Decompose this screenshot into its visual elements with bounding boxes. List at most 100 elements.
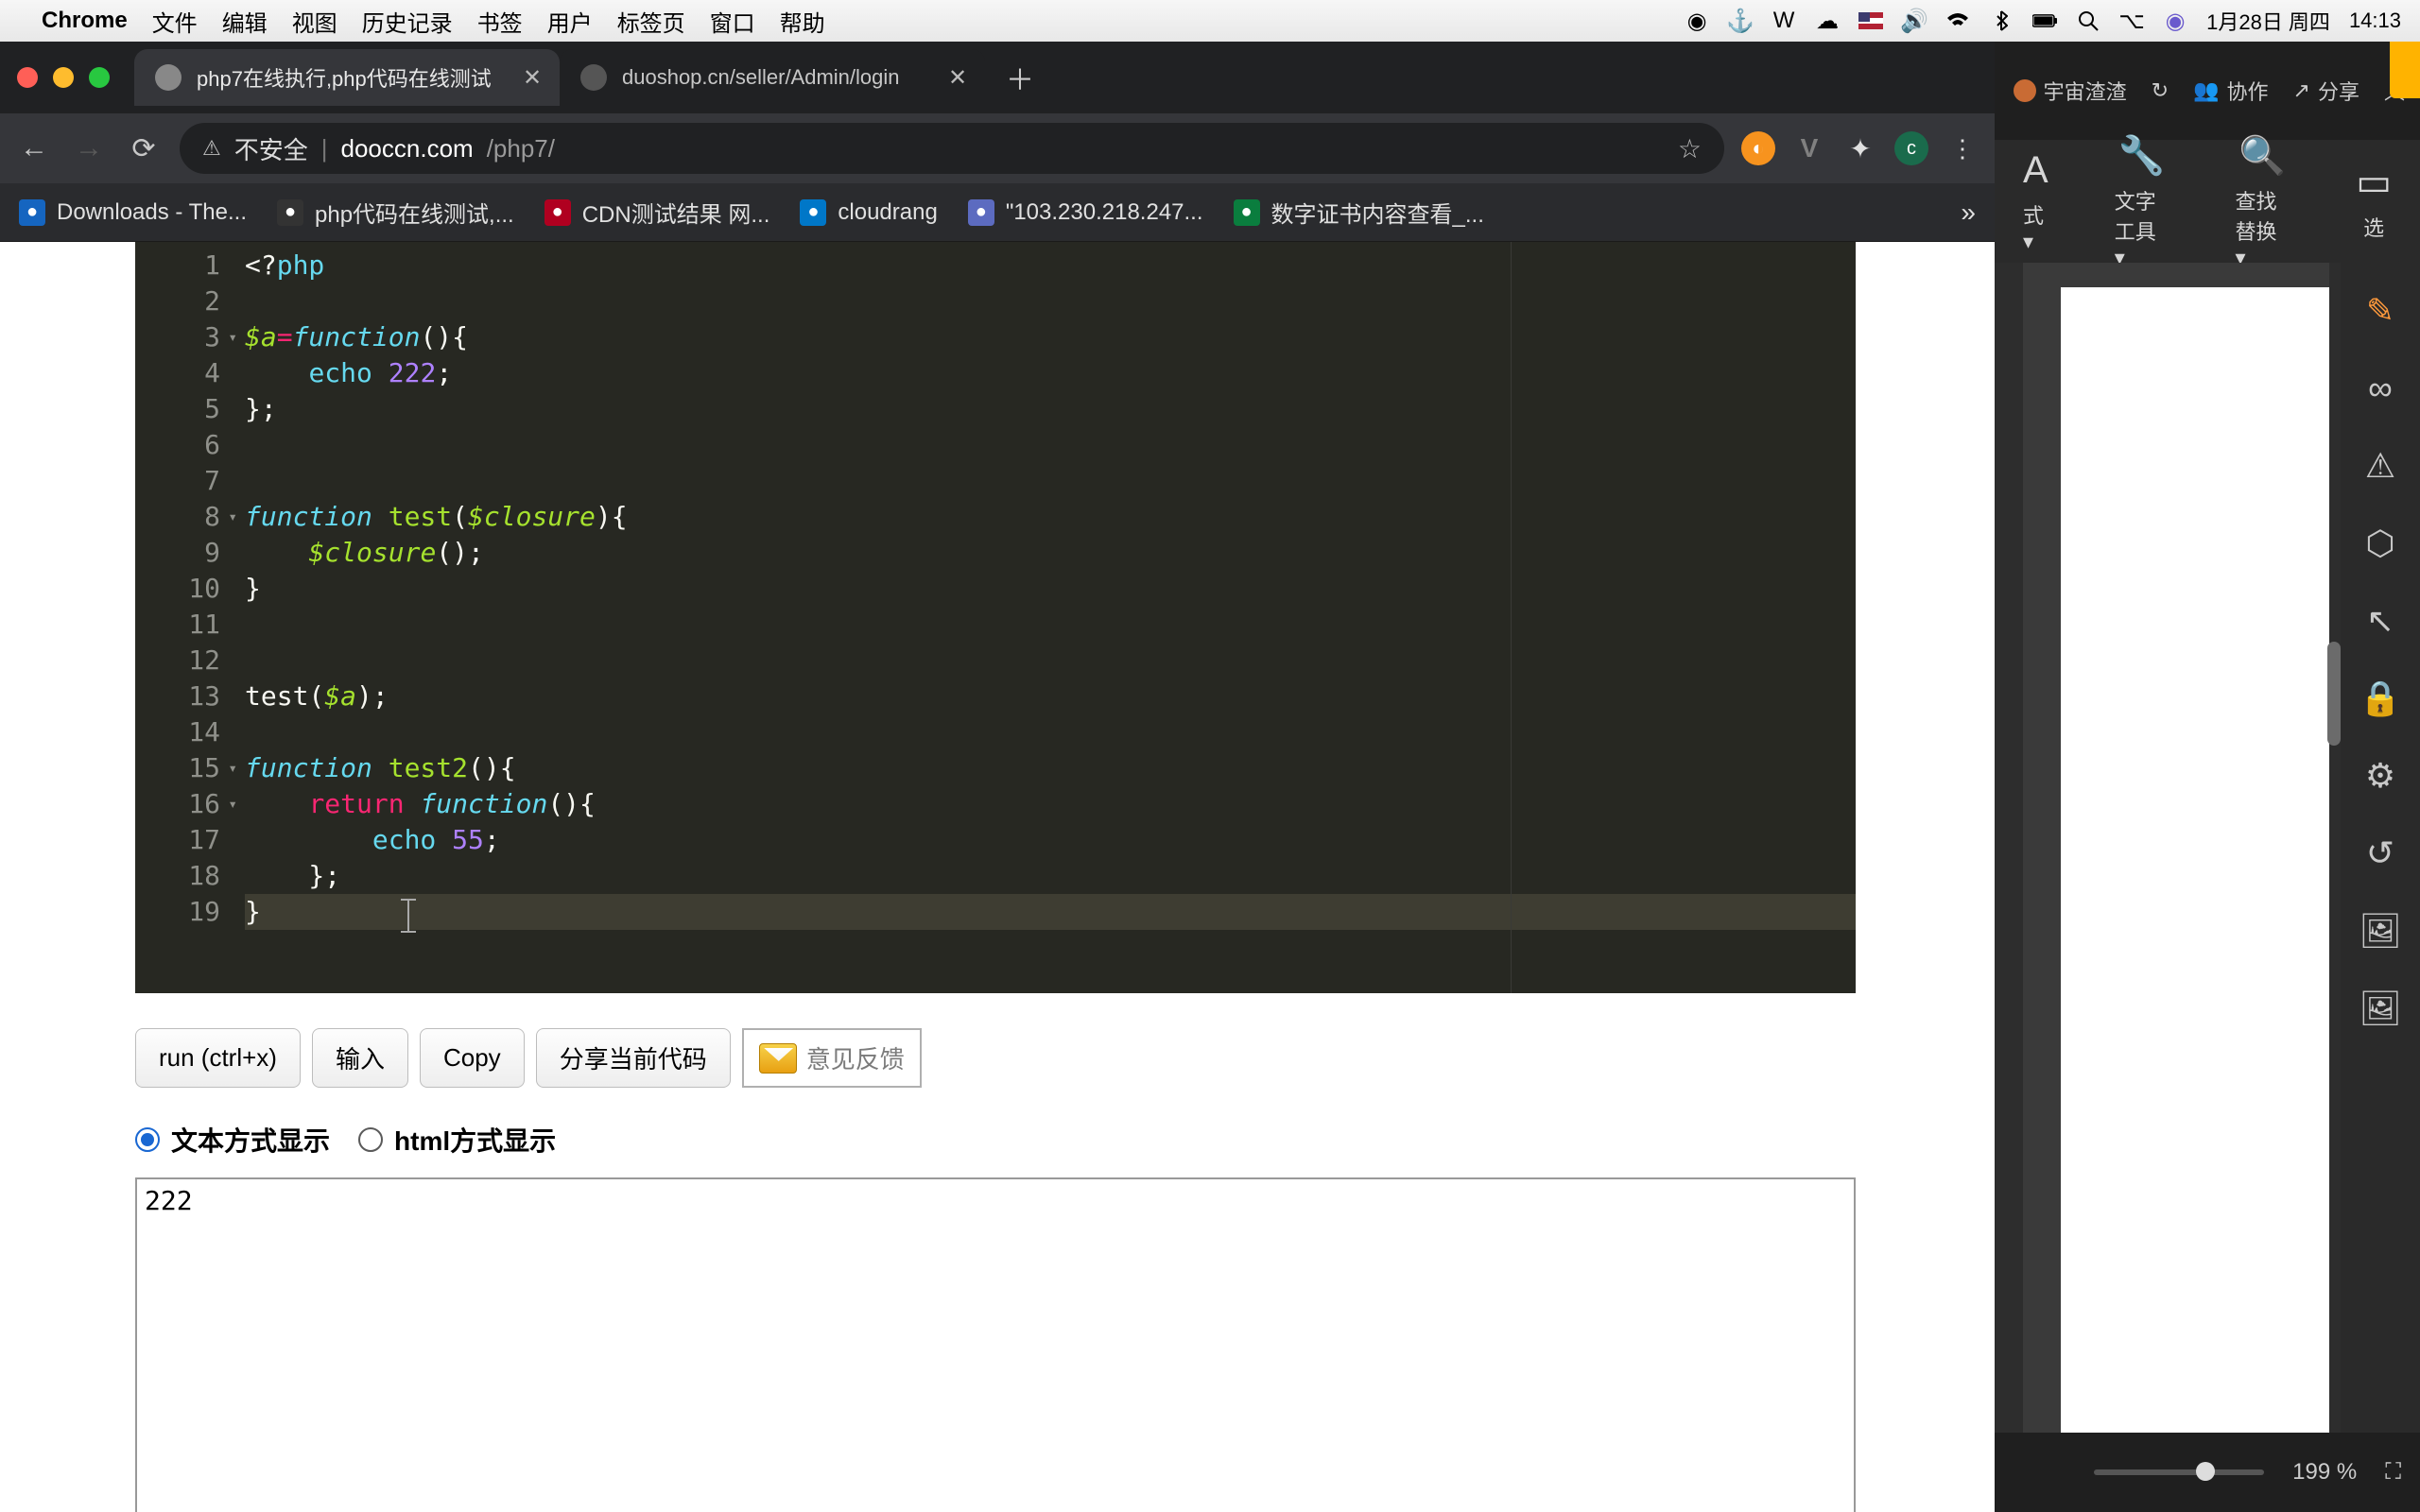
reload-button[interactable]: ⟳: [125, 129, 163, 167]
line-number[interactable]: 11: [135, 607, 220, 643]
site-info-icon[interactable]: ⚠: [202, 136, 221, 161]
new-tab-button[interactable]: ＋: [996, 54, 1044, 101]
line-number[interactable]: 3: [135, 319, 220, 355]
menubar-date[interactable]: 1月28日 周四: [2206, 6, 2330, 36]
status-icon-docker[interactable]: ⚓: [1728, 8, 1753, 35]
bookmark-item[interactable]: ●CDN测试结果 网...: [544, 196, 770, 229]
close-window-button[interactable]: [17, 67, 38, 88]
code-line[interactable]: function test2(){: [245, 750, 1856, 786]
menubar-time[interactable]: 14:13: [2349, 9, 2401, 33]
bg-ruler-tab[interactable]: [2390, 42, 2420, 98]
share-button[interactable]: 分享当前代码: [536, 1028, 731, 1088]
bookmark-item[interactable]: ●php代码在线测试,...: [277, 196, 514, 229]
code-line[interactable]: test($a);: [245, 679, 1856, 714]
code-line[interactable]: function test($closure){: [245, 499, 1856, 535]
bookmark-item[interactable]: ●cloudrang: [800, 199, 937, 226]
line-number[interactable]: 7: [135, 463, 220, 499]
bg-scrollbar[interactable]: [2327, 642, 2341, 746]
line-number[interactable]: 18: [135, 858, 220, 894]
line-number[interactable]: 12: [135, 643, 220, 679]
code-line[interactable]: <?php: [245, 248, 1856, 284]
bookmark-item[interactable]: ●数字证书内容查看_...: [1234, 196, 1484, 229]
line-number[interactable]: 16: [135, 786, 220, 822]
back-button[interactable]: ←: [15, 129, 53, 167]
status-icon-wps[interactable]: W: [1772, 8, 1796, 34]
profile-avatar[interactable]: c: [1894, 131, 1928, 165]
code-line[interactable]: echo 55;: [245, 822, 1856, 858]
bg-side-pen-icon[interactable]: ✎: [2366, 291, 2394, 331]
menu-file[interactable]: 文件: [152, 5, 198, 38]
browser-tab[interactable]: duoshop.cn/seller/Admin/login ✕: [560, 49, 985, 106]
line-number[interactable]: 19: [135, 894, 220, 930]
line-number[interactable]: 2: [135, 284, 220, 319]
bg-side-warn-icon[interactable]: ⚠: [2365, 446, 2395, 486]
bg-side-hex-icon[interactable]: ⬡: [2365, 524, 2394, 563]
menu-user[interactable]: 用户: [547, 5, 593, 38]
maximize-window-button[interactable]: [89, 67, 110, 88]
bg-tool-select[interactable]: ▭选: [2356, 161, 2392, 242]
forward-button[interactable]: →: [70, 129, 108, 167]
status-icon-controlcenter[interactable]: ⌥: [2119, 8, 2144, 35]
status-icon-wifi[interactable]: [1945, 12, 1970, 29]
omnibox[interactable]: ⚠ 不安全 | dooccn.com/php7/ ☆: [180, 123, 1724, 174]
bookmark-item[interactable]: ●"103.230.218.247...: [968, 199, 1203, 226]
bg-side-lock-icon[interactable]: 🔒: [2360, 679, 2402, 718]
code-line[interactable]: $closure();: [245, 535, 1856, 571]
feedback-button[interactable]: 意见反馈: [742, 1028, 922, 1088]
display-mode-text[interactable]: 文本方式显示: [135, 1121, 330, 1159]
close-tab-button[interactable]: ✕: [943, 63, 972, 92]
menu-tabs[interactable]: 标签页: [617, 5, 685, 38]
status-icon-siri[interactable]: ◉: [2163, 8, 2187, 35]
line-number[interactable]: 13: [135, 679, 220, 714]
radio-text[interactable]: [135, 1127, 160, 1152]
code-line[interactable]: echo 222;: [245, 355, 1856, 391]
status-icon-input[interactable]: [1858, 12, 1883, 29]
background-app-page[interactable]: [2061, 287, 2329, 1433]
input-button[interactable]: 输入: [312, 1028, 408, 1088]
bg-side-link-icon[interactable]: ∞: [2368, 369, 2393, 408]
bg-share[interactable]: ↗ 分享: [2293, 76, 2360, 106]
status-icon-wechat[interactable]: ☁: [1815, 8, 1840, 35]
code-line[interactable]: [245, 463, 1856, 499]
menu-help[interactable]: 帮助: [780, 5, 825, 38]
line-number[interactable]: 6: [135, 427, 220, 463]
code-line[interactable]: return function(){: [245, 786, 1856, 822]
bg-collab[interactable]: 👥 协作: [2193, 76, 2268, 106]
bg-fullscreen-icon[interactable]: ⛶: [2385, 1459, 2401, 1486]
code-line[interactable]: };: [245, 391, 1856, 427]
display-mode-html[interactable]: html方式显示: [358, 1121, 556, 1159]
line-number[interactable]: 8: [135, 499, 220, 535]
line-number[interactable]: 17: [135, 822, 220, 858]
bg-side-image2-icon[interactable]: 🖼: [2359, 988, 2402, 1028]
extensions-menu-icon[interactable]: ✦: [1843, 131, 1877, 165]
menu-edit[interactable]: 编辑: [222, 5, 268, 38]
status-icon-spotlight[interactable]: [2076, 10, 2100, 31]
bg-side-image-icon[interactable]: 🖼: [2359, 911, 2402, 951]
line-number[interactable]: 15: [135, 750, 220, 786]
bg-user[interactable]: 宇宙渣渣: [2014, 76, 2127, 106]
output-box[interactable]: 222: [135, 1177, 1856, 1512]
line-number[interactable]: 9: [135, 535, 220, 571]
code-line[interactable]: [245, 427, 1856, 463]
bg-zoom-value[interactable]: 199 %: [2292, 1459, 2357, 1486]
active-app-name[interactable]: Chrome: [42, 8, 128, 34]
bg-tool-find-replace[interactable]: 🔍查找替换 ▾: [2235, 133, 2290, 270]
menu-window[interactable]: 窗口: [710, 5, 755, 38]
line-number[interactable]: 10: [135, 571, 220, 607]
line-number[interactable]: 4: [135, 355, 220, 391]
code-line[interactable]: [245, 607, 1856, 643]
bg-side-cursor-icon[interactable]: ↖: [2366, 601, 2394, 641]
line-number[interactable]: 14: [135, 714, 220, 750]
menu-view[interactable]: 视图: [292, 5, 337, 38]
bg-side-settings-icon[interactable]: ⚙: [2365, 756, 2395, 796]
radio-html[interactable]: [358, 1127, 383, 1152]
code-line[interactable]: };: [245, 858, 1856, 894]
status-icon-volume[interactable]: 🔊: [1902, 8, 1927, 35]
code-editor[interactable]: 12345678910111213141516171819 <?php$a=fu…: [135, 242, 1856, 993]
bg-tool-style[interactable]: A式 ▾: [2023, 149, 2048, 254]
bg-tool-text[interactable]: 🔧文字工具 ▾: [2115, 133, 2169, 270]
extension-icon[interactable]: ◐: [1741, 131, 1775, 165]
background-app-canvas[interactable]: [2023, 263, 2329, 1433]
code-area[interactable]: <?php$a=function(){ echo 222;};function …: [230, 242, 1856, 993]
code-line[interactable]: [245, 714, 1856, 750]
